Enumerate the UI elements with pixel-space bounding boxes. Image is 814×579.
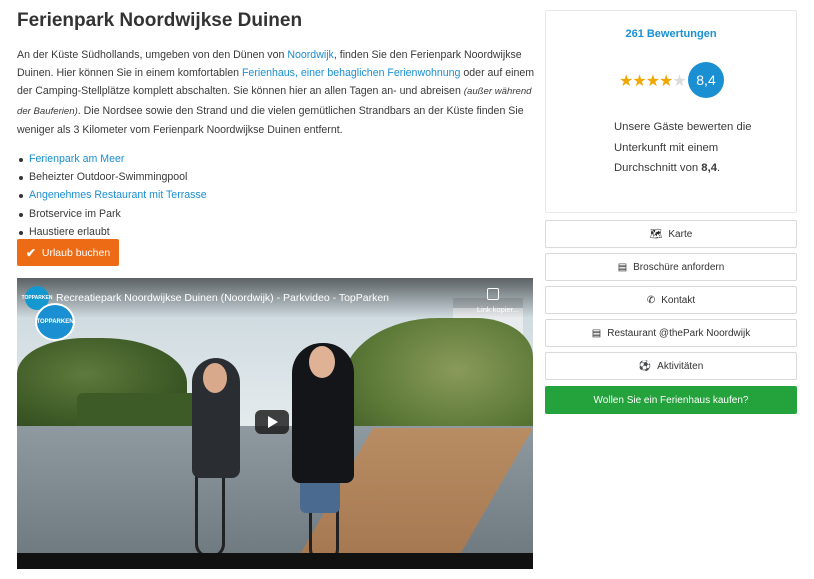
star-icon: ★ (619, 73, 633, 90)
sidebar: 261 Bewertungen ★★★★★ 8,4 Unsere Gäste b… (545, 10, 797, 414)
score-badge: 8,4 (688, 62, 724, 98)
rating-summary-end: . (717, 162, 721, 175)
restaurant-icon: ▤ (591, 327, 602, 339)
star-icon: ★ (659, 73, 673, 90)
topparken-watermark-logo: TOPPARKEN (35, 303, 75, 341)
feature-item: Brotservice im Park (17, 205, 537, 223)
intro-text-4: . Die Nordsee sowie den Strand und die v… (17, 104, 524, 136)
video-frame-face (203, 363, 227, 393)
play-button-icon[interactable] (255, 410, 289, 434)
noordwijk-link[interactable]: Noordwijk (287, 49, 334, 61)
video-frame-face (309, 346, 335, 378)
star-icon: ★ (632, 73, 646, 90)
ferienhaus-link[interactable]: Ferienhaus, einer behaglichen Ferienwohn… (242, 67, 461, 79)
video-title[interactable]: Recreatiepark Noordwijkse Duinen (Noordw… (56, 292, 389, 304)
feature-item-link[interactable]: Ferienpark am Meer (17, 150, 537, 168)
copy-link-label[interactable]: Link kopier... (477, 305, 519, 314)
restaurant-button[interactable]: ▤ Restaurant @thePark Noordwijk (545, 319, 797, 347)
activities-button-label: Aktivitäten (657, 360, 704, 372)
check-icon: ✔ (25, 245, 36, 260)
map-button[interactable]: 🗺 Karte (545, 220, 797, 248)
intro-text-1: An der Küste Südhollands, umgeben von de… (17, 49, 288, 61)
rating-box: 261 Bewertungen ★★★★★ 8,4 Unsere Gäste b… (545, 10, 797, 213)
brochure-button[interactable]: ▤ Broschüre anfordern (545, 253, 797, 281)
feature-item-link[interactable]: Angenehmes Restaurant mit Terrasse (17, 186, 537, 204)
main-content: Ferienpark Noordwijkse Duinen An der Küs… (17, 10, 537, 241)
copy-link-icon[interactable] (487, 288, 499, 300)
video-player[interactable]: TOPPARKEN Recreatiepark Noordwijkse Duin… (17, 278, 533, 569)
reviews-link[interactable]: 261 Bewertungen (546, 28, 796, 40)
book-vacation-button[interactable]: ✔ Urlaub buchen (17, 239, 119, 266)
map-button-label: Karte (668, 228, 693, 240)
restaurant-button-label: Restaurant @thePark Noordwijk (607, 327, 751, 339)
brochure-button-label: Broschüre anfordern (633, 261, 725, 273)
phone-icon: ✆ (646, 294, 656, 306)
star-icon: ★ (645, 73, 660, 90)
intro-paragraph: An der Küste Südhollands, umgeben von de… (17, 46, 537, 139)
rating-summary: Unsere Gäste bewerten die Unterkunft mit… (614, 117, 764, 179)
contact-button[interactable]: ✆ Kontakt (545, 286, 797, 314)
star-empty-icon: ★ (672, 73, 686, 90)
rating-summary-text: Unsere Gäste bewerten die Unterkunft mit… (614, 121, 752, 175)
buy-holiday-home-button[interactable]: Wollen Sie ein Ferienhaus kaufen? (545, 386, 797, 414)
map-icon: 🗺 (649, 228, 663, 240)
video-bottom-bar (17, 553, 533, 569)
rating-summary-score: 8,4 (701, 162, 717, 175)
brochure-icon: ▤ (617, 261, 628, 273)
star-rating: ★★★★★ (619, 71, 687, 91)
feature-item: Beheizter Outdoor-Swimmingpool (17, 168, 537, 186)
page-title: Ferienpark Noordwijkse Duinen (17, 10, 303, 31)
feature-list: Ferienpark am Meer Beheizter Outdoor-Swi… (17, 150, 537, 241)
book-vacation-label: Urlaub buchen (41, 246, 111, 259)
contact-button-label: Kontakt (661, 294, 696, 306)
activities-button[interactable]: ⚽ Aktivitäten (545, 352, 797, 380)
football-icon: ⚽ (638, 360, 652, 372)
video-frame-hedge (77, 393, 197, 428)
